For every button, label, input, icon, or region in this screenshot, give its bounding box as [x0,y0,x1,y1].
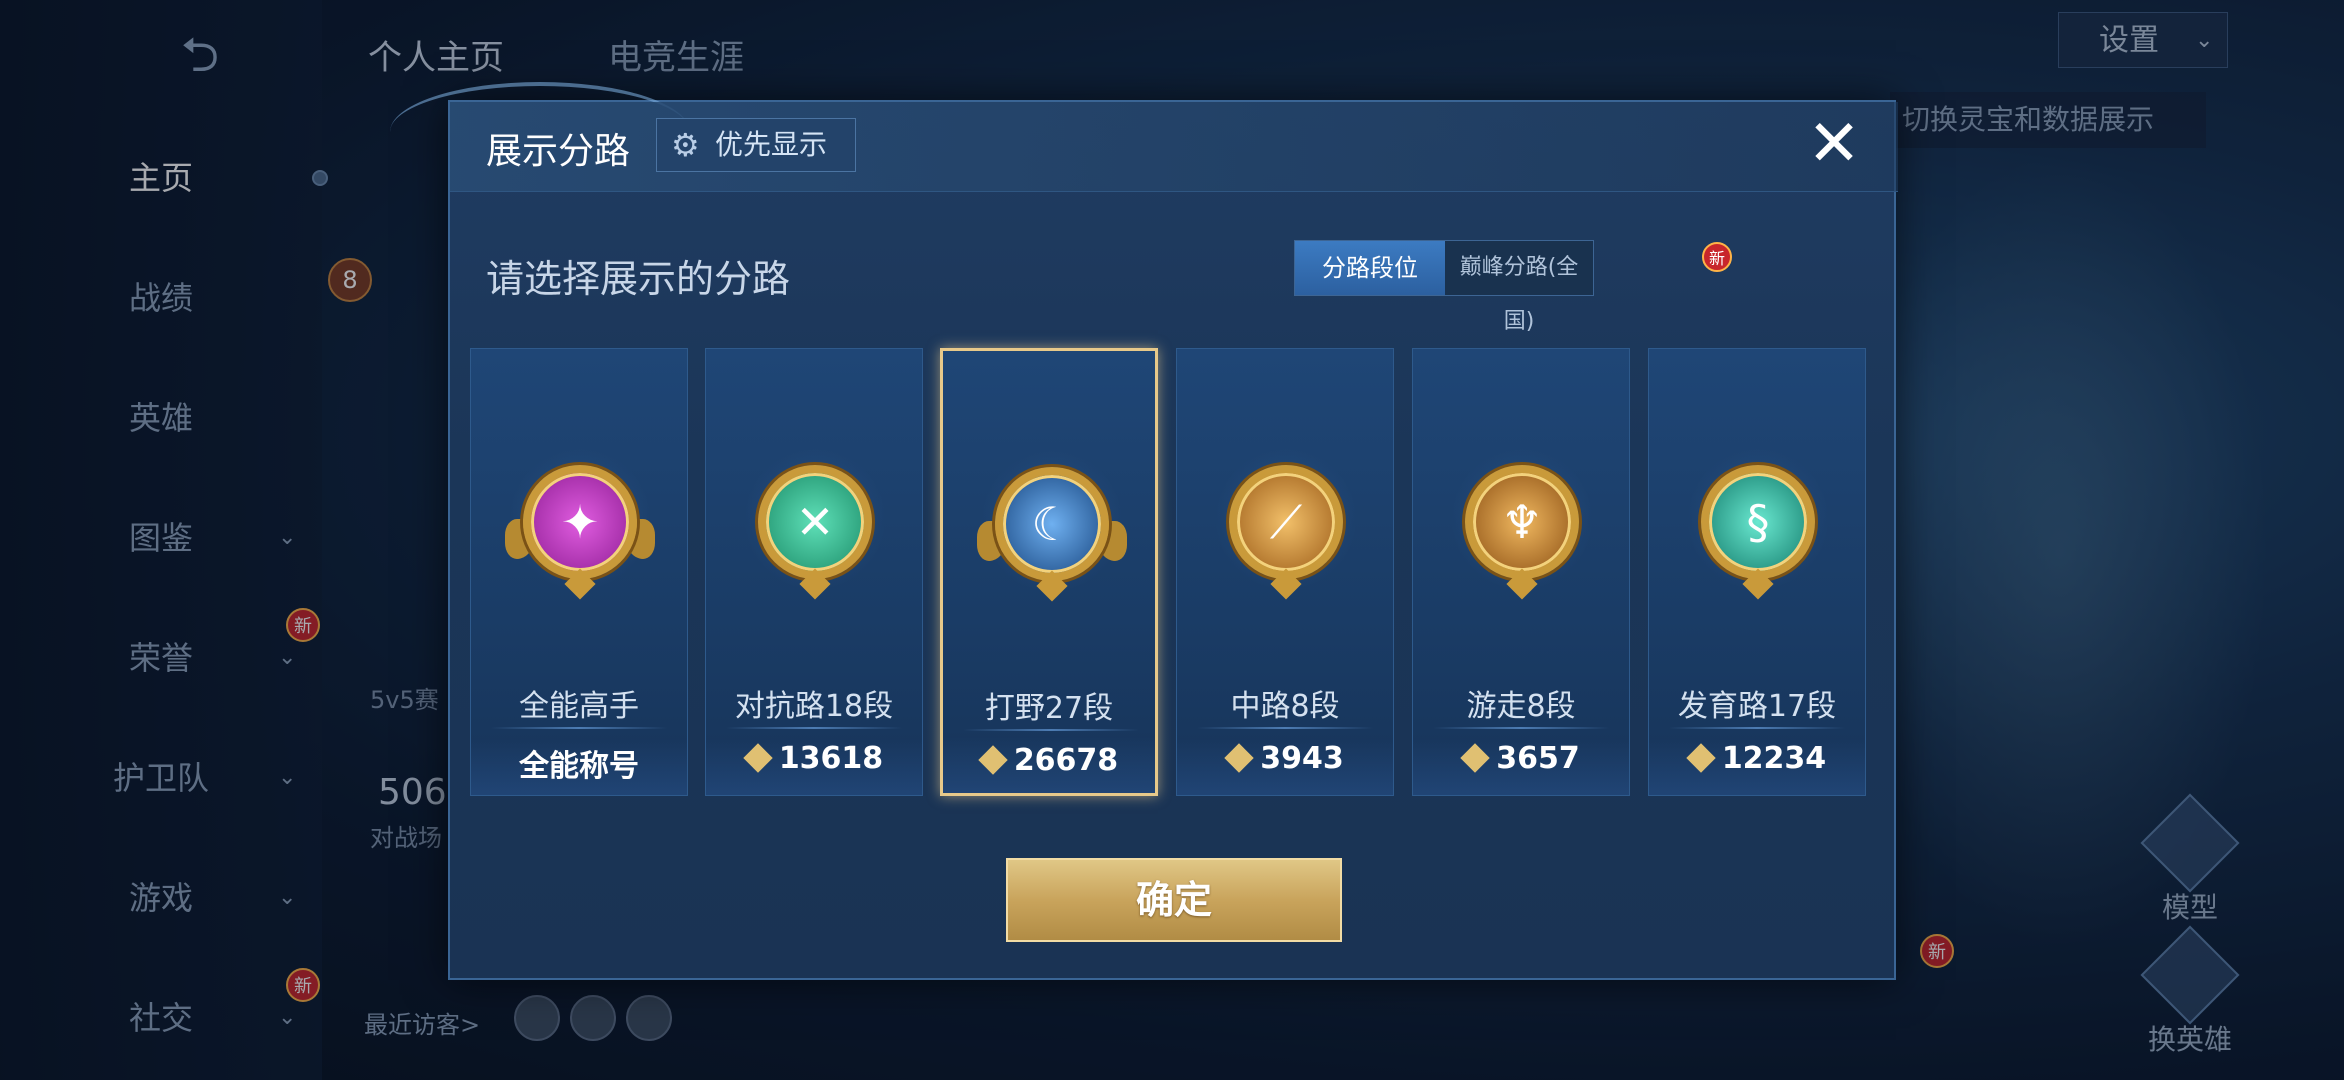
lane-card-mid[interactable]: ⟋ 中路8段 3943 [1176,348,1394,796]
roam-emblem-icon: ♆ [1465,465,1579,579]
lane-card-top[interactable]: ✕ 对抗路18段 13618 [705,348,923,796]
lane-score: 3657 [1496,741,1580,776]
score-icon [1224,743,1254,773]
lane-value: 26678 [943,743,1155,778]
top-lane-emblem-icon: ✕ [758,465,872,579]
score-icon [978,745,1008,775]
lane-value: 12234 [1649,741,1865,776]
lane-score: 全能称号 [519,749,639,784]
tab-peak-lane-national[interactable]: 巅峰分路(全国) [1445,241,1593,334]
score-icon [743,743,773,773]
priority-display-button[interactable]: ⚙ 优先显示 [656,118,856,172]
lane-name: 发育路17段 [1677,689,1837,724]
lane-score: 26678 [1013,743,1119,778]
tab-lane-rank[interactable]: 分路段位 [1295,241,1445,295]
all-round-emblem-icon: ✦ [523,465,637,579]
lane-card-jungle[interactable]: ☾ 打野27段 26678 [940,348,1158,796]
lane-name: 全能高手 [519,689,639,724]
score-icon [1686,743,1716,773]
lane-card-all-round[interactable]: ✦ 全能高手 全能称号 [470,348,688,796]
score-icon [1460,743,1490,773]
gear-icon: ⚙ [671,126,700,164]
lane-value: 3657 [1413,741,1629,776]
lane-name: 打野27段 [984,691,1114,726]
lane-score: 3943 [1260,741,1344,776]
mid-lane-emblem-icon: ⟋ [1229,465,1343,579]
lane-card-roam[interactable]: ♆ 游走8段 3657 [1412,348,1630,796]
lane-score: 12234 [1721,741,1827,776]
modal-title: 展示分路 [486,131,631,172]
jungle-emblem-icon: ☾ [995,467,1109,581]
lane-display-modal: 展示分路 ⚙ 优先显示 ✕ 请选择展示的分路 分路段位 巅峰分路(全国) 新 ✦… [390,82,1898,980]
lane-value: 3943 [1177,741,1393,776]
lane-value: 全能称号 [471,741,687,785]
close-icon[interactable]: ✕ [1802,112,1866,176]
lane-card-farm[interactable]: § 发育路17段 12234 [1648,348,1866,796]
lane-value: 13618 [706,741,922,776]
modal-header: 展示分路 ⚙ 优先显示 ✕ [450,102,1898,192]
lane-name: 中路8段 [1230,689,1340,724]
farm-lane-emblem-icon: § [1701,465,1815,579]
lane-rank-tabs: 分路段位 巅峰分路(全国) [1294,240,1594,334]
priority-display-label: 优先显示 [715,128,828,161]
lane-score: 13618 [778,741,884,776]
selection-prompt: 请选择展示的分路 [486,257,791,301]
new-badge: 新 [1702,242,1732,272]
confirm-button[interactable]: 确定 [1006,858,1342,942]
lane-name: 游走8段 [1466,689,1576,724]
lane-name: 对抗路18段 [734,689,894,724]
